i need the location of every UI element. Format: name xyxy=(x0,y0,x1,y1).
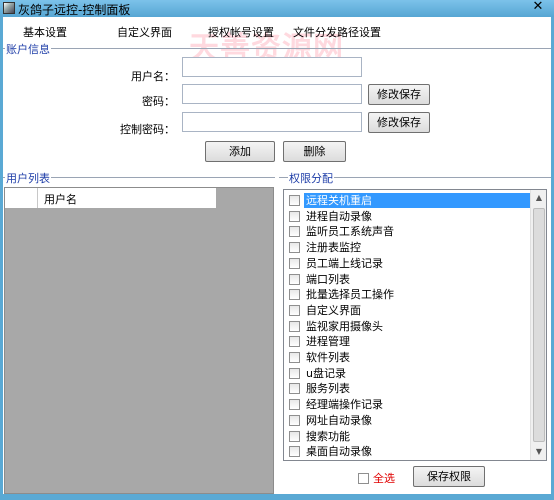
tab-bar: 天善资源网 基本设置 自定义界面 授权帐号设置 文件分发路径设置 xyxy=(3,17,551,66)
permission-item[interactable]: 进程管理 xyxy=(285,334,530,350)
permission-item[interactable]: 桌面自动录像 xyxy=(285,444,530,460)
password-save-button[interactable]: 修改保存 xyxy=(368,84,430,105)
permission-item[interactable]: 端口列表 xyxy=(285,272,530,288)
permission-item[interactable]: 远程关机重启 xyxy=(285,193,530,209)
title-bar[interactable]: 灰鸽子远控-控制面板 ✕ xyxy=(0,0,554,17)
permission-label: 软件列表 xyxy=(306,351,350,364)
permission-label: 进程管理 xyxy=(306,335,350,349)
client-area: 天善资源网 基本设置 自定义界面 授权帐号设置 文件分发路径设置 账户信息 用户… xyxy=(3,17,551,494)
password-label: 密码： xyxy=(142,95,175,108)
permission-list[interactable]: 远程关机重启 进程自动录像监听员工系统声音 注册表监控 员工端上线记录 端口列表批量选择… xyxy=(283,189,547,461)
tab-custom-interface[interactable]: 自定义界面 xyxy=(117,24,172,40)
control-password-label: 控制密码： xyxy=(120,123,175,136)
permission-checkbox[interactable] xyxy=(289,210,300,222)
close-button[interactable]: ✕ xyxy=(528,0,548,14)
permission-item[interactable]: 网址自动录像 xyxy=(285,413,530,429)
user-list-table[interactable]: 用户名 xyxy=(4,187,274,494)
permission-checkbox[interactable] xyxy=(289,352,300,363)
permission-item[interactable]: 自定义界面 xyxy=(285,303,530,319)
add-button[interactable]: 添加 xyxy=(205,141,275,162)
control-password-input[interactable] xyxy=(182,112,362,132)
permission-item[interactable]: 监听员工系统声音 xyxy=(285,224,530,240)
select-all-checkbox[interactable]: 全选 xyxy=(358,470,395,486)
control-password-save-button[interactable]: 修改保存 xyxy=(368,112,430,133)
username-label: 用户名： xyxy=(131,70,175,83)
permission-item[interactable]: 注册表监控 xyxy=(285,240,530,256)
permission-checkbox[interactable] xyxy=(289,195,300,206)
save-permissions-button[interactable]: 保存权限 xyxy=(413,466,485,487)
permission-label: 服务列表 xyxy=(306,382,350,396)
permission-checkbox[interactable] xyxy=(289,226,300,238)
user-list-group-title: 用户列表 xyxy=(5,170,51,186)
permission-label: 自定义界面 xyxy=(306,303,361,317)
tab-basic-settings[interactable]: 基本设置 xyxy=(23,24,67,40)
scroll-up-arrow-icon[interactable]: ▲ xyxy=(531,190,547,206)
permission-checkbox[interactable] xyxy=(289,304,300,316)
permission-group-title: 权限分配 xyxy=(288,170,334,186)
permission-checkbox[interactable] xyxy=(289,399,300,411)
permission-checkbox[interactable] xyxy=(289,446,300,458)
permission-checkbox[interactable] xyxy=(289,414,300,426)
permission-items: 远程关机重启 进程自动录像监听员工系统声音 注册表监控 员工端上线记录 端口列表批量选择… xyxy=(284,190,530,460)
permission-checkbox[interactable] xyxy=(289,336,300,348)
tab-authorized-accounts[interactable]: 授权帐号设置 xyxy=(208,24,274,40)
permission-item[interactable]: u盘记录 xyxy=(285,366,530,382)
app-icon xyxy=(3,2,15,14)
permission-label: 端口列表 xyxy=(306,272,350,286)
permission-checkbox[interactable] xyxy=(289,257,300,269)
row-header-corner xyxy=(5,188,38,208)
scroll-thumb[interactable] xyxy=(533,208,545,442)
permission-item[interactable]: 搜索功能 xyxy=(285,429,530,445)
permission-label: 搜索功能 xyxy=(306,429,350,443)
permission-label: 远程关机重启 xyxy=(304,193,530,208)
window-bottom-border xyxy=(0,494,554,500)
permission-item[interactable]: 批量选择员工操作 xyxy=(285,287,530,303)
permission-checkbox[interactable] xyxy=(289,242,300,254)
scroll-down-arrow-icon[interactable]: ▼ xyxy=(531,444,547,460)
permission-item[interactable]: 进程自动录像 xyxy=(285,209,530,225)
permission-checkbox[interactable] xyxy=(289,430,300,442)
permission-checkbox[interactable] xyxy=(289,273,300,285)
permission-item[interactable]: 监视家用摄像头 xyxy=(285,319,530,335)
permission-label: 批量选择员工操作 xyxy=(306,288,394,302)
permission-label: 员工端上线记录 xyxy=(306,256,383,270)
permission-label: 桌面自动录像 xyxy=(306,445,372,459)
account-group-border xyxy=(3,48,551,49)
select-all-box[interactable] xyxy=(358,473,369,484)
permission-label: 进程自动录像 xyxy=(306,209,372,223)
permission-item[interactable]: 软件列表 xyxy=(285,350,530,366)
user-list-header-row: 用户名 xyxy=(5,188,216,208)
permission-label: 监视家用摄像头 xyxy=(306,319,383,333)
window-title: 灰鸽子远控-控制面板 xyxy=(18,3,131,17)
permission-label: 注册表监控 xyxy=(306,241,361,255)
permission-checkbox[interactable] xyxy=(289,383,300,395)
column-header-username[interactable]: 用户名 xyxy=(38,188,216,208)
permission-item[interactable]: 服务列表 xyxy=(285,381,530,397)
permission-scrollbar[interactable]: ▲ ▼ xyxy=(530,190,546,460)
permission-checkbox[interactable] xyxy=(289,320,300,332)
permission-label: 经理端操作记录 xyxy=(306,398,383,412)
password-input[interactable] xyxy=(182,84,362,104)
permission-label: u盘记录 xyxy=(306,366,346,380)
permission-checkbox[interactable] xyxy=(289,289,300,301)
account-group-title: 账户信息 xyxy=(5,41,51,57)
username-input[interactable] xyxy=(182,57,362,77)
delete-button[interactable]: 删除 xyxy=(283,141,346,162)
permission-item[interactable]: 经理端操作记录 xyxy=(285,397,530,413)
permission-label: 监听员工系统声音 xyxy=(306,225,394,239)
tab-file-distribution-path[interactable]: 文件分发路径设置 xyxy=(293,24,381,40)
select-all-label: 全选 xyxy=(373,472,395,485)
permission-checkbox[interactable] xyxy=(289,367,300,379)
permission-item[interactable]: 员工端上线记录 xyxy=(285,256,530,272)
permission-label: 网址自动录像 xyxy=(306,413,372,427)
